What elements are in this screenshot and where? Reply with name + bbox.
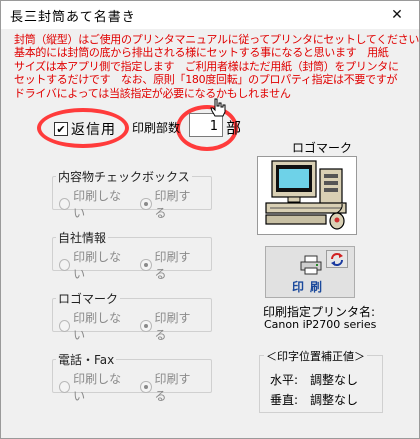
radio-button[interactable] xyxy=(140,259,152,271)
radio-label: 印刷しない xyxy=(73,189,122,220)
logo-preview xyxy=(257,156,357,235)
adjust-horizontal: 水平: 調整なし xyxy=(270,373,359,387)
radio-print[interactable]: 印刷する xyxy=(140,187,198,221)
notice-line: セットするだけです なお、原則「180度回転」のプロパティ指定は不要ですが xyxy=(14,73,398,87)
group-title: 電話・Fax xyxy=(56,351,117,368)
radio-print[interactable]: 印刷する xyxy=(140,248,198,282)
radio-print[interactable]: 印刷する xyxy=(140,370,198,404)
radio-button[interactable] xyxy=(140,198,152,210)
adjust-title: ＜印字位置補正値＞ xyxy=(264,348,367,364)
instruction-notice: 封筒（縦型）はご使用のプリンタマニュアルに従ってプリンタにセットしてください 基… xyxy=(14,33,420,100)
radio-label: 印刷しない xyxy=(73,311,122,342)
hand-cursor-icon xyxy=(210,98,226,117)
group-phone-fax: 電話・Fax 印刷しない 印刷する xyxy=(52,351,212,403)
radio-label: 印刷しない xyxy=(73,250,122,281)
radio-no-print[interactable]: 印刷しない xyxy=(59,370,127,404)
radio-button[interactable] xyxy=(140,381,152,393)
printer-name: Canon iP2700 series xyxy=(264,318,377,331)
position-adjust-panel: ＜印字位置補正値＞ 水平: 調整なし 垂直: 調整なし xyxy=(259,348,383,413)
radio-no-print[interactable]: 印刷しない xyxy=(59,309,127,343)
copies-label: 印刷部数 xyxy=(132,121,181,135)
radio-label: 印刷する xyxy=(154,189,191,220)
notice-line: 基本的には封筒の底から排出される様にセットする事になると思います 用紙 xyxy=(14,46,389,60)
henshin-checkbox[interactable]: ✔ xyxy=(54,122,68,136)
swap-arrows-icon xyxy=(331,253,343,266)
radio-button[interactable] xyxy=(59,381,71,393)
group-title: 内容物チェックボックス xyxy=(56,168,192,185)
dialog-window: 長三封筒あて名書き ✕ 封筒（縦型）はご使用のプリンタマニュアルに従ってプリンタ… xyxy=(0,0,420,439)
henshin-label: 返信用 xyxy=(71,122,116,138)
group-logo-mark: ロゴマーク 印刷しない 印刷する xyxy=(52,290,212,342)
print-button-label: 印刷 xyxy=(291,280,328,294)
radio-no-print[interactable]: 印刷しない xyxy=(59,248,127,282)
radio-button[interactable] xyxy=(140,320,152,332)
notice-line: 封筒（縦型）はご使用のプリンタマニュアルに従ってプリンタにセットしてください xyxy=(14,33,420,46)
radio-no-print[interactable]: 印刷しない xyxy=(59,187,127,221)
group-title: 自社情報 xyxy=(56,229,109,246)
title-bar: 長三封筒あて名書き ✕ xyxy=(1,1,419,29)
logo-title: ロゴマーク xyxy=(292,141,353,155)
adjust-vertical: 垂直: 調整なし xyxy=(270,393,359,407)
radio-label: 印刷する xyxy=(154,311,191,342)
notice-line: サイズは本アプリ側で指定します ご利用者様はただ用紙（封筒）をプリンタに xyxy=(14,59,399,73)
group-company-info: 自社情報 印刷しない 印刷する xyxy=(52,229,212,281)
henshin-checkbox-row[interactable]: ✔ 返信用 xyxy=(54,119,116,139)
computer-logo-icon xyxy=(265,160,347,230)
radio-label: 印刷する xyxy=(154,372,191,403)
printer-icon xyxy=(300,255,322,275)
radio-label: 印刷する xyxy=(154,250,191,281)
radio-print[interactable]: 印刷する xyxy=(140,309,198,343)
close-icon[interactable]: ✕ xyxy=(375,1,419,29)
swap-printer-button[interactable] xyxy=(326,250,348,268)
radio-button[interactable] xyxy=(59,320,71,332)
copies-unit: 部 xyxy=(226,119,242,137)
group-contents-checkbox: 内容物チェックボックス 印刷しない 印刷する xyxy=(52,168,212,220)
radio-button[interactable] xyxy=(59,198,71,210)
radio-button[interactable] xyxy=(59,259,71,271)
radio-label: 印刷しない xyxy=(73,372,122,403)
group-title: ロゴマーク xyxy=(56,290,121,307)
window-title: 長三封筒あて名書き xyxy=(10,9,136,25)
